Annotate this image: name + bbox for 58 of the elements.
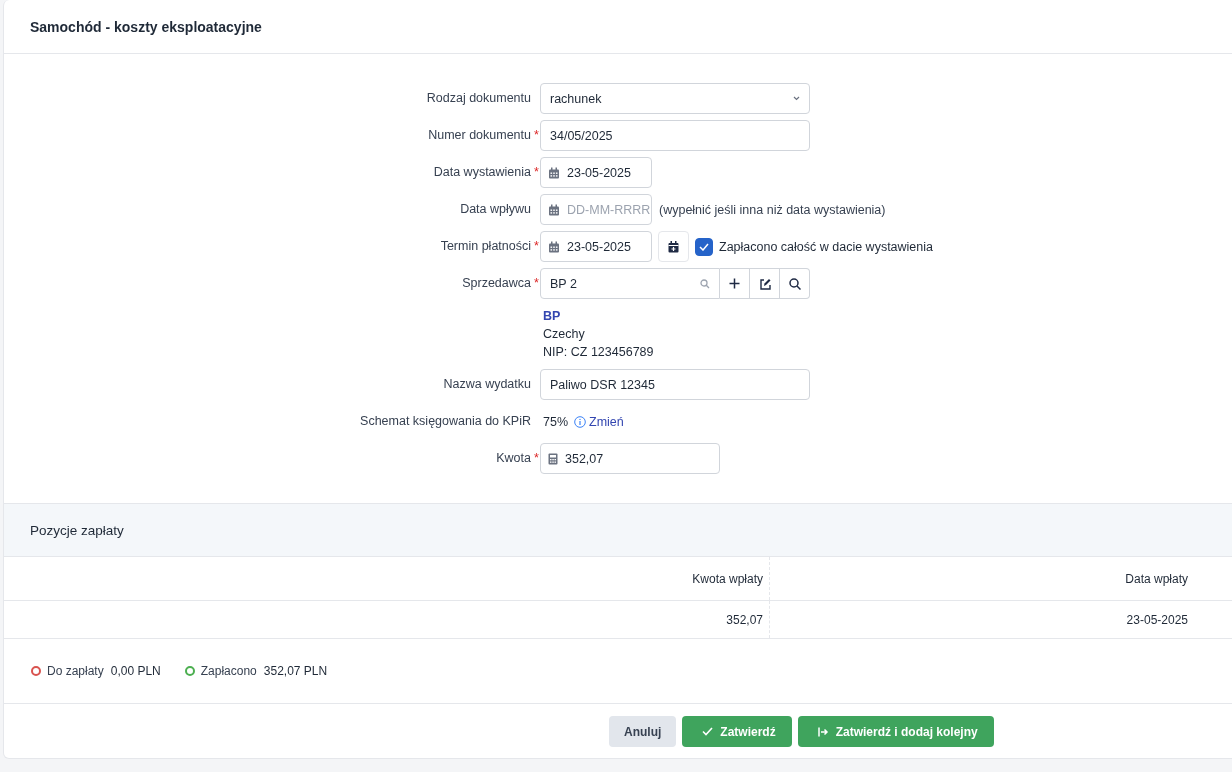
calendar-button[interactable]	[658, 231, 689, 262]
checkmark-icon	[702, 727, 714, 736]
edit-button[interactable]	[750, 268, 780, 299]
checkmark-icon	[699, 242, 709, 251]
section-title: Pozycje zapłaty	[30, 522, 124, 538]
table-cell-text: 23-05-2025	[1125, 611, 1189, 629]
summary-amount: 352,07 PLN	[263, 664, 328, 678]
info-icon	[574, 415, 587, 428]
document-type-select[interactable]: rachunek	[540, 83, 810, 114]
edit-icon	[758, 277, 771, 290]
required-mark: *	[533, 165, 540, 179]
required-mark: *	[533, 451, 540, 465]
calendar-icon	[548, 203, 560, 216]
plus-icon	[729, 278, 740, 289]
column-header: Data wpłaty	[1124, 570, 1189, 588]
chevron-down-icon	[793, 96, 800, 101]
field-label: Numer dokumentu	[428, 128, 531, 142]
change-link[interactable]: Zmień	[589, 414, 624, 429]
summary-amount: 0,00 PLN	[110, 664, 161, 678]
search-icon	[788, 277, 801, 290]
search-button[interactable]	[780, 268, 810, 299]
date-field[interactable]: 23-05-2025	[540, 231, 652, 262]
checkbox-label: Zapłacono całość w dacie wystawienia	[719, 239, 933, 254]
date-field[interactable]: 23-05-2025	[540, 157, 652, 188]
table-cell: 352,07	[4, 601, 770, 638]
seller-detail: Czechy	[543, 326, 586, 343]
summary-label: Zapłacono	[200, 664, 257, 678]
field-hint: (wypełnić jeśli inna niż data wystawienia)	[659, 202, 886, 217]
field-label: Kwota	[496, 451, 531, 465]
calculator-icon	[548, 452, 558, 465]
page-title: Samochód - koszty eksploatacyjne	[30, 18, 262, 35]
field-label: Sprzedawca	[462, 276, 531, 290]
calendar-icon	[548, 240, 560, 253]
add-button[interactable]	[720, 268, 750, 299]
field-label: Nazwa wydatku	[443, 377, 531, 391]
amount-field[interactable]: 352,07	[540, 443, 720, 474]
summary-label: Do zapłaty	[47, 664, 104, 678]
seller-detail: NIP: CZ 123456789	[543, 344, 654, 361]
column-header: Kwota wpłaty	[4, 557, 770, 600]
text-field[interactable]: Paliwo DSR 12345	[540, 369, 810, 400]
field-label: Data wystawienia	[433, 165, 531, 179]
required-mark: *	[533, 239, 540, 253]
arrow-into-bar-icon	[817, 726, 829, 737]
calendar-icon	[548, 166, 560, 179]
required-mark: *	[533, 276, 540, 290]
seller-name: BP	[543, 308, 562, 325]
required-mark: *	[533, 128, 540, 142]
text-field[interactable]: 34/05/2025	[540, 120, 810, 151]
field-label: Termin płatności	[440, 239, 531, 253]
seller-field[interactable]: BP 2	[540, 268, 720, 299]
cancel-button[interactable]: Anuluj	[609, 716, 677, 747]
field-label: Data wpływu	[460, 202, 531, 216]
calendar-plus-icon	[668, 240, 679, 253]
field-label: Schemat księgowania do KPiR	[360, 414, 531, 428]
search-icon	[700, 278, 710, 289]
scheme-value: 75%	[542, 414, 569, 429]
field-label: Rodzaj dokumentu	[426, 91, 531, 105]
checkbox[interactable]	[695, 237, 713, 256]
